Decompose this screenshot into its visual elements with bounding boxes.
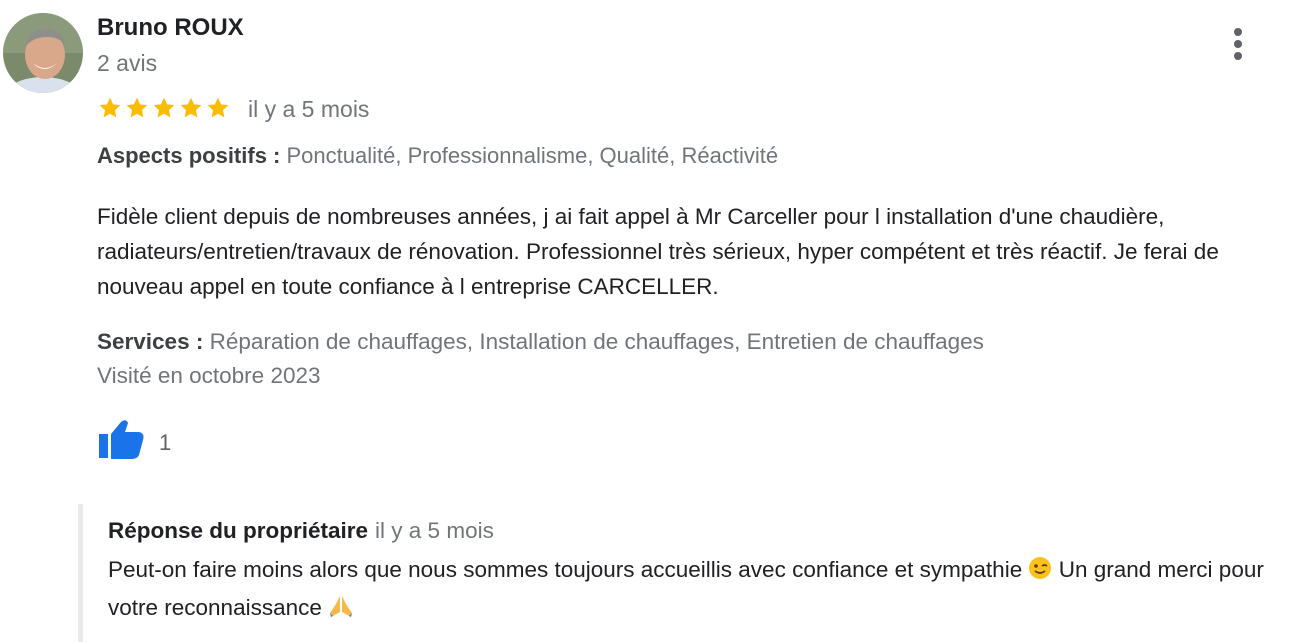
positive-aspects: Aspects positifs : Ponctualité, Professi… [97,143,778,169]
star-icon [97,95,123,123]
services-label: Services : [97,329,204,354]
thumb-up-icon [99,420,144,459]
owner-response-title: Réponse du propriétaire [108,518,369,543]
review-text: Fidèle client depuis de nombreuses année… [97,204,1219,299]
like-button[interactable] [95,418,147,462]
owner-response-header: Réponse du propriétaire il y a 5 mois [108,518,494,544]
positive-aspects-label: Aspects positifs : [97,143,281,168]
star-rating [97,95,231,123]
review-date: il y a 5 mois [248,96,370,122]
owner-response-date: il y a 5 mois [375,518,494,543]
positive-aspects-value: Ponctualité, Professionnalisme, Qualité,… [286,143,779,168]
owner-response-text: Peut-on faire moins alors que nous somme… [108,552,1268,628]
more-vert-icon[interactable] [1222,24,1254,64]
star-icon [151,95,177,123]
star-icon [178,95,204,123]
star-icon [205,95,231,123]
visit-date: Visité en octobre 2023 [97,363,321,388]
owner-response: Réponse du propriétaire il y a 5 mois Peu… [78,504,1273,642]
avatar-photo [3,13,83,93]
winking-face-emoji [1028,555,1052,590]
owner-response-text-part1: Peut-on faire moins alors que nous somme… [108,557,1023,582]
folded-hands-emoji [328,593,354,628]
services: Services : Réparation de chauffages, Ins… [97,329,984,355]
like-count: 1 [159,430,172,455]
author-avatar[interactable] [3,13,83,93]
services-value: Réparation de chauffages, Installation d… [209,329,984,354]
author-review-count: 2 avis [97,50,158,76]
star-icon [124,95,150,123]
author-name[interactable]: Bruno ROUX [97,14,244,42]
